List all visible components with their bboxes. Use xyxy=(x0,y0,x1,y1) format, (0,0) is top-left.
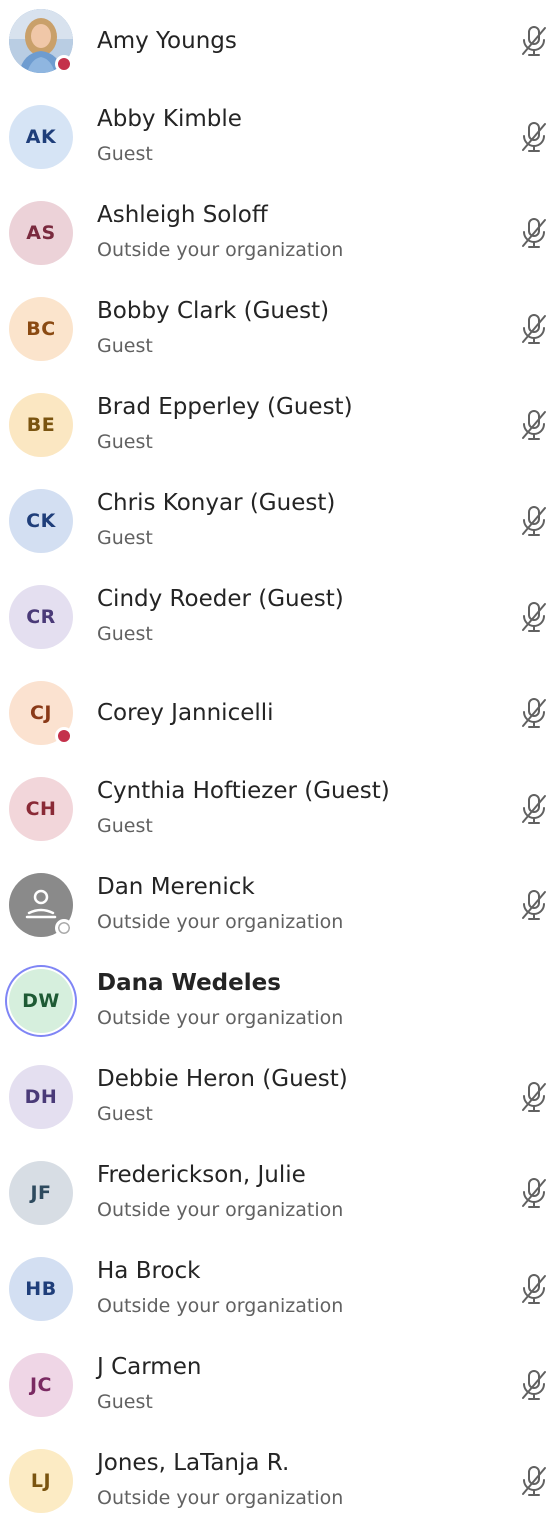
avatar-initials: AS xyxy=(26,222,56,244)
participant-subtitle: Outside your organization xyxy=(97,239,344,261)
participant-subtitle: Guest xyxy=(97,623,153,645)
participant-subtitle: Guest xyxy=(97,431,153,453)
mic-off-icon[interactable] xyxy=(519,120,549,154)
mic-off-icon[interactable] xyxy=(519,504,549,538)
participant-subtitle: Guest xyxy=(97,335,153,357)
mic-off-icon[interactable] xyxy=(519,312,549,346)
avatar: DH xyxy=(9,1065,73,1129)
avatar: BC xyxy=(9,297,73,361)
participant-row[interactable]: DW Dana Wedeles Outside your organization xyxy=(0,960,553,1056)
mic-off-icon[interactable] xyxy=(519,1176,549,1210)
participant-name: Jones, LaTanja R. xyxy=(97,1450,290,1476)
mic-off-icon[interactable] xyxy=(519,24,549,58)
participant-name: Frederickson, Julie xyxy=(97,1162,306,1188)
participant-name: J Carmen xyxy=(97,1354,202,1380)
participant-subtitle: Guest xyxy=(97,527,153,549)
mic-off-icon[interactable] xyxy=(519,888,549,922)
mic-off-icon[interactable] xyxy=(519,600,549,634)
avatar-initials: CH xyxy=(25,798,57,820)
avatar: AK xyxy=(9,105,73,169)
avatar: HB xyxy=(9,1257,73,1321)
avatar-initials: AK xyxy=(25,126,57,148)
participant-name: Dan Merenick xyxy=(97,874,255,900)
participant-name: Ashleigh Soloff xyxy=(97,202,268,228)
participant-name: Debbie Heron (Guest) xyxy=(97,1066,348,1092)
mic-off-icon[interactable] xyxy=(519,1080,549,1114)
participant-row[interactable]: DH Debbie Heron (Guest) Guest xyxy=(0,1056,553,1152)
avatar-initials: BE xyxy=(26,414,56,436)
participant-subtitle: Outside your organization xyxy=(97,1199,344,1221)
avatar: BE xyxy=(9,393,73,457)
participant-row[interactable]: CJ Corey Jannicelli xyxy=(0,672,553,768)
avatar: JF xyxy=(9,1161,73,1225)
participant-row[interactable]: AK Abby Kimble Guest xyxy=(0,96,553,192)
participant-subtitle: Outside your organization xyxy=(97,1487,344,1509)
mic-off-icon[interactable] xyxy=(519,216,549,250)
mic-off-icon[interactable] xyxy=(519,408,549,442)
mic-off-icon[interactable] xyxy=(519,696,549,730)
participant-name: Chris Konyar (Guest) xyxy=(97,490,336,516)
avatar-initials: JC xyxy=(29,1374,52,1396)
avatar-initials: JF xyxy=(30,1182,52,1204)
avatar-initials: HB xyxy=(25,1278,57,1300)
participant-name: Abby Kimble xyxy=(97,106,242,132)
participant-row[interactable]: BE Brad Epperley (Guest) Guest xyxy=(0,384,553,480)
participant-row[interactable]: CR Cindy Roeder (Guest) Guest xyxy=(0,576,553,672)
participant-row[interactable]: Amy Youngs xyxy=(0,0,553,96)
presence-offline-badge xyxy=(55,919,73,937)
avatar-initials: LJ xyxy=(30,1470,52,1492)
avatar: CH xyxy=(9,777,73,841)
participant-subtitle: Guest xyxy=(97,1103,153,1125)
participant-subtitle: Outside your organization xyxy=(97,1007,344,1029)
participant-name: Bobby Clark (Guest) xyxy=(97,298,330,324)
avatar-initials: CR xyxy=(26,606,56,628)
mic-off-icon[interactable] xyxy=(519,1272,549,1306)
participant-subtitle: Outside your organization xyxy=(97,1295,344,1317)
participant-subtitle: Guest xyxy=(97,1391,153,1413)
participant-row[interactable]: Dan Merenick Outside your organization xyxy=(0,864,553,960)
presence-busy-badge xyxy=(55,55,73,73)
avatar: JC xyxy=(9,1353,73,1417)
participant-subtitle: Guest xyxy=(97,143,153,165)
avatar-initials: CJ xyxy=(29,702,52,724)
avatar-initials: CK xyxy=(26,510,56,532)
participant-row[interactable]: JF Frederickson, Julie Outside your organi… xyxy=(0,1152,553,1248)
avatar: AS xyxy=(9,201,73,265)
participant-name: Brad Epperley (Guest) xyxy=(97,394,353,420)
avatar: CR xyxy=(9,585,73,649)
participant-row[interactable]: AS Ashleigh Soloff Outside your organizati… xyxy=(0,192,553,288)
participant-name: Ha Brock xyxy=(97,1258,201,1284)
avatar: DW xyxy=(9,969,73,1033)
participant-name: Dana Wedeles xyxy=(97,970,281,996)
avatar: CK xyxy=(9,489,73,553)
avatar-initials: DH xyxy=(24,1086,58,1108)
avatar: LJ xyxy=(9,1449,73,1513)
presence-busy-badge xyxy=(55,727,73,745)
participant-name: Cynthia Hoftiezer (Guest) xyxy=(97,778,390,804)
participant-row[interactable]: BC Bobby Clark (Guest) Guest xyxy=(0,288,553,384)
mic-off-icon[interactable] xyxy=(519,792,549,826)
avatar-initials: DW xyxy=(22,990,60,1012)
participant-name: Amy Youngs xyxy=(97,28,237,54)
participant-name: Corey Jannicelli xyxy=(97,700,274,726)
participant-row[interactable]: JC J Carmen Guest xyxy=(0,1344,553,1440)
mic-off-icon[interactable] xyxy=(519,1464,549,1498)
participant-row[interactable]: LJ Jones, LaTanja R. Outside your organiza… xyxy=(0,1440,553,1536)
participant-subtitle: Guest xyxy=(97,815,153,837)
participant-row[interactable]: HB Ha Brock Outside your organization xyxy=(0,1248,553,1344)
participant-subtitle: Outside your organization xyxy=(97,911,344,933)
participant-name: Cindy Roeder (Guest) xyxy=(97,586,344,612)
participant-row[interactable]: CK Chris Konyar (Guest) Guest xyxy=(0,480,553,576)
mic-off-icon[interactable] xyxy=(519,1368,549,1402)
participant-row[interactable]: CH Cynthia Hoftiezer (Guest) Guest xyxy=(0,768,553,864)
avatar-initials: BC xyxy=(26,318,56,340)
